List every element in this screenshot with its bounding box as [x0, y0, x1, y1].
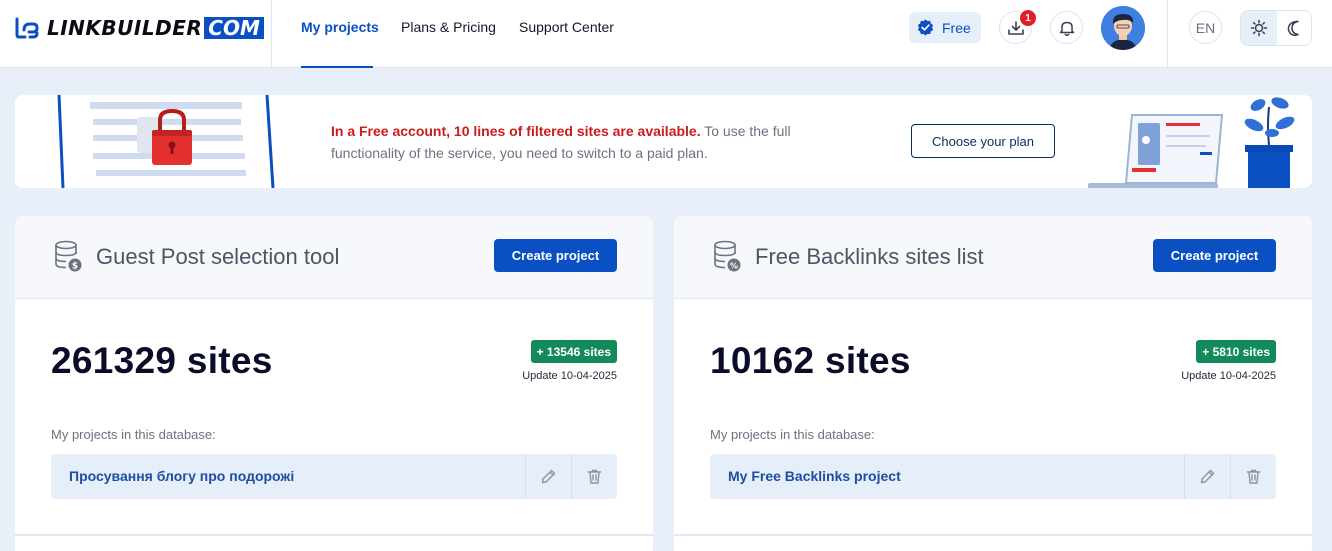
nav-plans-pricing[interactable]: Plans & Pricing [401, 19, 496, 35]
card-title: Guest Post selection tool [96, 244, 340, 269]
logo-icon [15, 17, 39, 39]
edit-project-button[interactable] [1184, 454, 1230, 499]
trash-icon [587, 469, 602, 484]
delete-project-button[interactable] [1230, 454, 1276, 499]
theme-toggle[interactable] [1240, 10, 1312, 46]
project-row[interactable]: Просування блогу про подорожі [51, 454, 617, 499]
projects-label: My projects in this database: [51, 427, 216, 442]
logo-com: COM [204, 17, 264, 39]
nav-support-center[interactable]: Support Center [519, 19, 614, 35]
pencil-icon [541, 469, 556, 484]
svg-text:$: $ [72, 262, 78, 272]
project-name[interactable]: Просування блогу про подорожі [69, 468, 294, 484]
notifications-button[interactable] [1050, 11, 1083, 44]
nav-my-projects[interactable]: My projects [301, 19, 379, 35]
plan-badge-label: Free [942, 19, 971, 36]
database-dollar-icon: $ [55, 240, 82, 272]
avatar-image [1101, 6, 1145, 50]
banner-message: In a Free account, 10 lines of filtered … [331, 120, 831, 164]
laptop-plant-illustration [1088, 97, 1295, 188]
language-selector[interactable]: EN [1189, 11, 1222, 44]
sun-icon [1250, 19, 1268, 37]
user-avatar[interactable] [1101, 6, 1145, 50]
pencil-icon [1200, 469, 1215, 484]
header-divider-right [1167, 0, 1168, 68]
light-theme-button[interactable] [1241, 11, 1277, 45]
project-row[interactable]: My Free Backlinks project [710, 454, 1276, 499]
verified-check-icon [917, 19, 934, 36]
bell-icon [1059, 21, 1074, 36]
sites-count: 10162 sites [710, 340, 911, 381]
card-title: Free Backlinks sites list [755, 244, 984, 269]
upgrade-banner: In a Free account, 10 lines of filtered … [15, 95, 1312, 188]
svg-text:%: % [730, 262, 738, 271]
locked-document-illustration [57, 95, 277, 188]
moon-icon [1287, 20, 1299, 36]
project-name[interactable]: My Free Backlinks project [728, 468, 901, 484]
database-card-guest-post: $ Guest Post selection tool Create proje… [15, 216, 653, 551]
choose-plan-button[interactable]: Choose your plan [911, 124, 1055, 158]
card-header: $ Guest Post selection tool Create proje… [15, 216, 653, 299]
trash-icon [1246, 469, 1261, 484]
edit-project-button[interactable] [525, 454, 571, 499]
top-header: LINKBUILDER COM My projects Plans & Pric… [0, 0, 1332, 68]
downloads-count-badge: 1 [1020, 10, 1036, 26]
logo-text: LINKBUILDER [47, 16, 203, 40]
card-divider [674, 534, 1312, 536]
card-header: % Free Backlinks sites list Create proje… [674, 216, 1312, 299]
nav-active-indicator [301, 66, 373, 68]
create-project-button[interactable]: Create project [494, 239, 617, 272]
logo[interactable]: LINKBUILDER COM [14, 15, 264, 41]
sites-count: 261329 sites [51, 340, 273, 381]
create-project-button[interactable]: Create project [1153, 239, 1276, 272]
sites-delta-badge: + 13546 sites [530, 340, 617, 363]
banner-warning: In a Free account, 10 lines of filtered … [331, 123, 701, 139]
delete-project-button[interactable] [571, 454, 617, 499]
projects-label: My projects in this database: [710, 427, 875, 442]
dark-theme-button[interactable] [1277, 11, 1312, 45]
sites-delta-badge: + 5810 sites [1196, 340, 1276, 363]
update-date: Update 10-04-2025 [522, 370, 617, 382]
update-date: Update 10-04-2025 [1181, 370, 1276, 382]
header-divider [271, 0, 272, 68]
plan-badge[interactable]: Free [909, 12, 981, 43]
database-card-free-backlinks: % Free Backlinks sites list Create proje… [674, 216, 1312, 551]
database-percent-icon: % [714, 240, 741, 272]
card-divider [15, 534, 653, 536]
